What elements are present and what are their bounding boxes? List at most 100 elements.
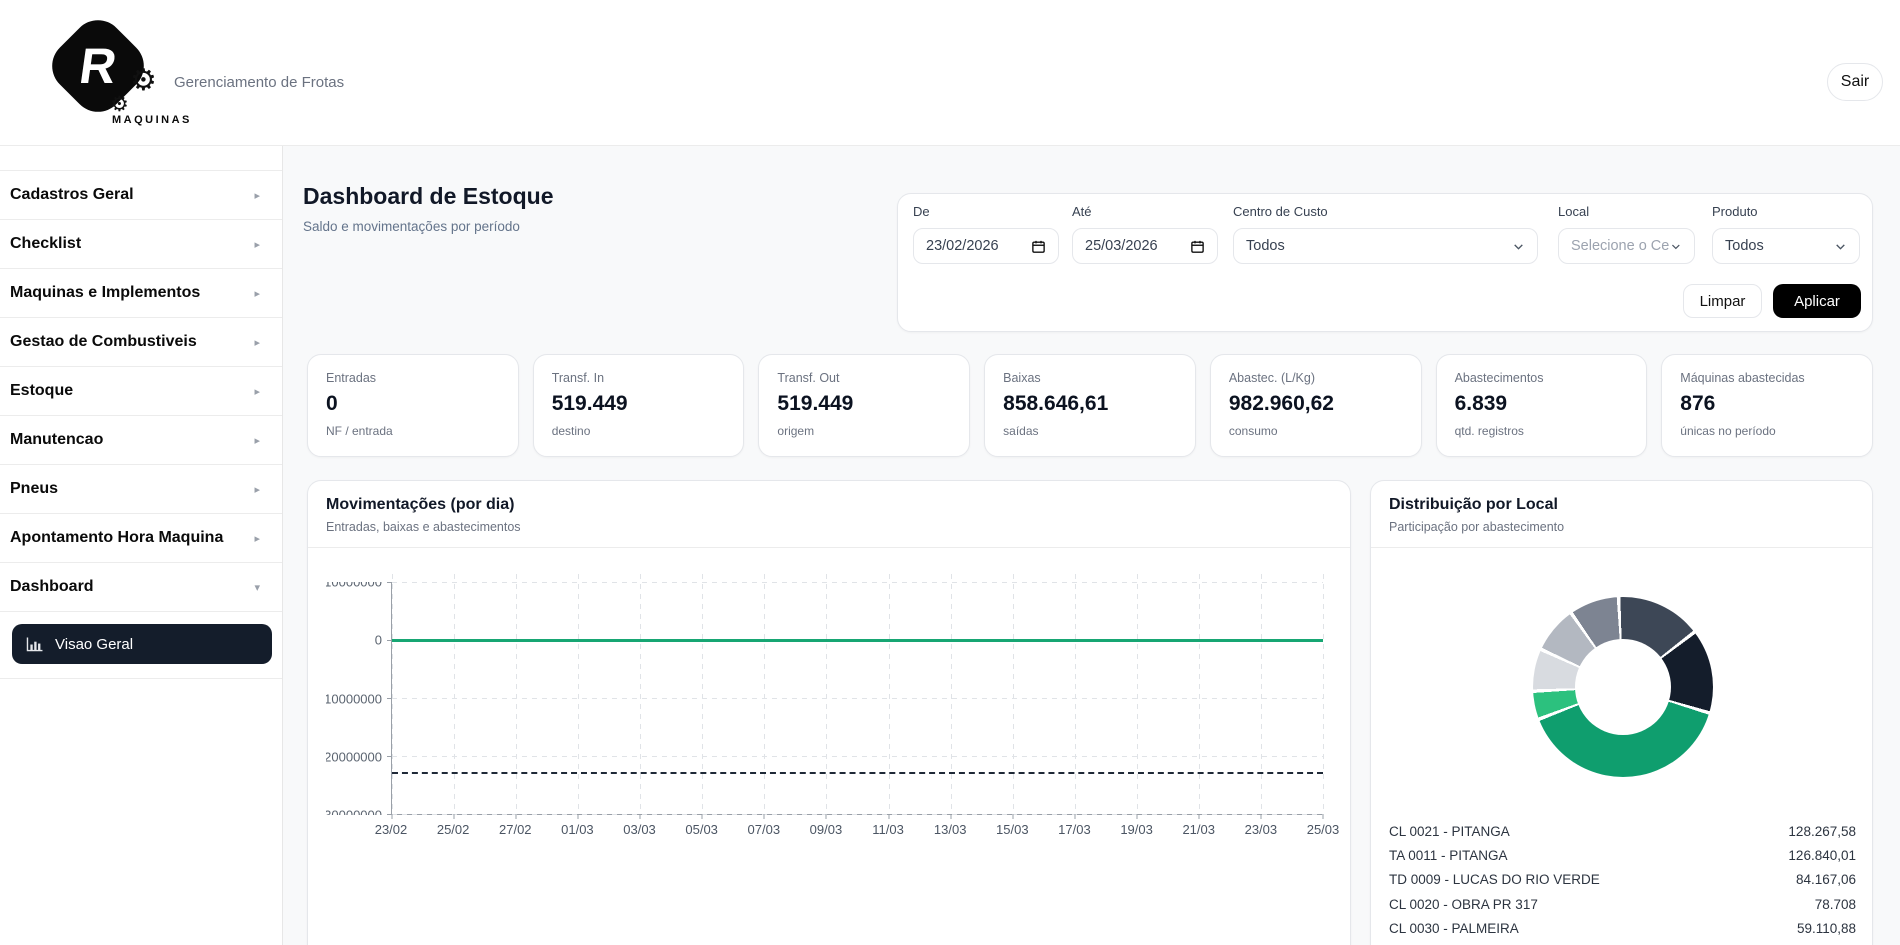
kpi-value: 519.449	[552, 392, 726, 416]
filter-local-label: Local	[1558, 204, 1695, 219]
v-gridline	[826, 574, 827, 814]
x-tick-label: 19/03	[1120, 822, 1153, 837]
chevron-icon: ▸	[254, 189, 260, 202]
filter-local-placeholder: Selecione o Cent	[1571, 238, 1670, 254]
x-tick-label: 07/03	[748, 822, 781, 837]
legend-value: 78.708	[1815, 897, 1856, 912]
sidebar-item[interactable]: Gestao de Combustiveis ▸	[0, 318, 282, 367]
filter-ate-label: Até	[1072, 204, 1218, 219]
x-tick-label: 01/03	[561, 822, 594, 837]
logo-wordmark: MAQUINAS	[112, 114, 192, 126]
chart-subtitle: Entradas, baixas e abastecimentos	[326, 520, 1332, 534]
gear-icon: ⚙	[110, 94, 129, 115]
x-tick-label: 09/03	[810, 822, 843, 837]
x-tick-label: 15/03	[996, 822, 1029, 837]
brand-tagline: Gerenciamento de Frotas	[174, 74, 344, 91]
sidebar-item[interactable]: Manutencao ▸	[0, 416, 282, 465]
x-tick-label: 03/03	[623, 822, 656, 837]
filter-de-date-input[interactable]: 23/02/2026	[913, 228, 1059, 264]
sidebar-item-label: Cadastros Geral	[10, 186, 134, 204]
x-axis-labels: 23/0225/0227/0201/0303/0305/0307/0309/03…	[391, 822, 1323, 842]
sidebar-item[interactable]: Apontamento Hora Maquina ▸	[0, 514, 282, 563]
legend-row: TD 0009 - LUCAS DO RIO VERDE 84.167,06	[1389, 868, 1856, 892]
v-gridline	[1137, 574, 1138, 814]
legend-value: 126.840,01	[1788, 848, 1856, 863]
legend-label: CL 0020 - OBRA PR 317	[1389, 897, 1538, 912]
legend-label: TA 0011 - PITANGA	[1389, 848, 1508, 863]
filter-ate-date-input[interactable]: 25/03/2026	[1072, 228, 1218, 264]
v-gridline	[1013, 574, 1014, 814]
kpi-card: Abastec. (L/Kg) 982.960,62 consumo	[1210, 354, 1422, 457]
v-gridline	[1199, 574, 1200, 814]
sidebar-item-label: Apontamento Hora Maquina	[10, 529, 223, 547]
x-tick-label: 25/02	[437, 822, 470, 837]
filter-local-select[interactable]: Selecione o Cent	[1558, 228, 1695, 264]
kpi-card: Transf. In 519.449 destino	[533, 354, 745, 457]
kpi-row: Entradas 0 NF / entrada Transf. In 519.4…	[307, 354, 1873, 457]
filter-centro-custo-select[interactable]: Todos	[1233, 228, 1538, 264]
y-tick-label: -20000000	[326, 749, 382, 764]
legend-label: CL 0030 - PALMEIRA	[1389, 921, 1519, 936]
kpi-label: Transf. Out	[777, 371, 951, 385]
sidebar-item[interactable]: Dashboard ▾	[0, 563, 282, 612]
calendar-icon	[1190, 239, 1205, 254]
chevron-icon: ▸	[254, 434, 260, 447]
clear-filters-button[interactable]: Limpar	[1683, 284, 1762, 318]
chart-title: Movimentações (por dia)	[326, 496, 1332, 514]
logout-button[interactable]: Sair	[1827, 63, 1883, 101]
h-gridline	[392, 814, 1323, 815]
sidebar-item[interactable]: Maquinas e Implementos ▸	[0, 269, 282, 318]
series-line-linha-tracejada-escura	[392, 772, 1323, 774]
sidebar-item[interactable]: Cadastros Geral ▸	[0, 171, 282, 220]
legend-value: 84.167,06	[1796, 872, 1856, 887]
chart-header: Distribuição por Local Participação por …	[1371, 481, 1872, 548]
v-gridline	[1075, 574, 1076, 814]
distribuicao-chart-card: Distribuição por Local Participação por …	[1370, 480, 1873, 945]
gear-icon: ⚙	[130, 66, 157, 96]
app-root: R ⚙ ⚙ MAQUINAS Gerenciamento de Frotas S…	[0, 0, 1900, 945]
apply-filters-button[interactable]: Aplicar	[1773, 284, 1861, 318]
x-tick-mark	[1074, 814, 1075, 819]
sidebar-item[interactable]: Pneus ▸	[0, 465, 282, 514]
filter-produto-select[interactable]: Todos	[1712, 228, 1860, 264]
kpi-value: 982.960,62	[1229, 392, 1403, 416]
y-tick-label: 10000000	[326, 582, 382, 590]
line-chart: 100000000-10000000-20000000-30000000 23/…	[308, 548, 1350, 945]
bar-chart-icon	[26, 637, 43, 652]
chevron-icon: ▸	[254, 483, 260, 496]
x-tick-mark	[1012, 814, 1013, 819]
kpi-sublabel: únicas no período	[1680, 424, 1854, 438]
legend-row: CL 0020 - OBRA PR 317 78.708	[1389, 892, 1856, 916]
sidebar-item-label: Pneus	[10, 480, 58, 498]
x-tick-mark	[764, 814, 765, 819]
v-gridline	[516, 574, 517, 814]
company-logo[interactable]: R ⚙ ⚙ MAQUINAS	[24, 8, 174, 138]
x-tick-mark	[702, 814, 703, 819]
v-gridline	[951, 574, 952, 814]
v-gridline	[702, 574, 703, 814]
kpi-label: Abastecimentos	[1455, 371, 1629, 385]
v-gridline	[1261, 574, 1262, 814]
top-header: R ⚙ ⚙ MAQUINAS Gerenciamento de Frotas S…	[0, 0, 1900, 146]
sidebar-nav: Cadastros Geral ▸ Checklist ▸ Maquinas e…	[0, 170, 282, 612]
legend-row: CL 0030 - PALMEIRA 59.110,88	[1389, 916, 1856, 940]
v-gridline	[454, 574, 455, 814]
kpi-card: Baixas 858.646,61 saídas	[984, 354, 1196, 457]
legend-label: CL 0021 - PITANGA	[1389, 824, 1510, 839]
kpi-value: 0	[326, 392, 500, 416]
x-tick-label: 11/03	[872, 822, 904, 837]
plot-area	[391, 582, 1323, 815]
x-tick-label: 21/03	[1182, 822, 1215, 837]
sidebar-item[interactable]: Estoque ▸	[0, 367, 282, 416]
kpi-value: 6.839	[1455, 392, 1629, 416]
calendar-icon	[1031, 239, 1046, 254]
y-tick-label: 0	[375, 633, 382, 648]
sidebar-item-visao-geral[interactable]: Visao Geral	[12, 624, 272, 664]
chevron-icon: ▸	[254, 336, 260, 349]
filter-produto-label: Produto	[1712, 204, 1860, 219]
sidebar-item[interactable]: Checklist ▸	[0, 220, 282, 269]
h-gridline	[392, 582, 1323, 583]
kpi-label: Entradas	[326, 371, 500, 385]
x-tick-mark	[888, 814, 889, 819]
series-line-linha-verde-saldo	[392, 639, 1323, 642]
